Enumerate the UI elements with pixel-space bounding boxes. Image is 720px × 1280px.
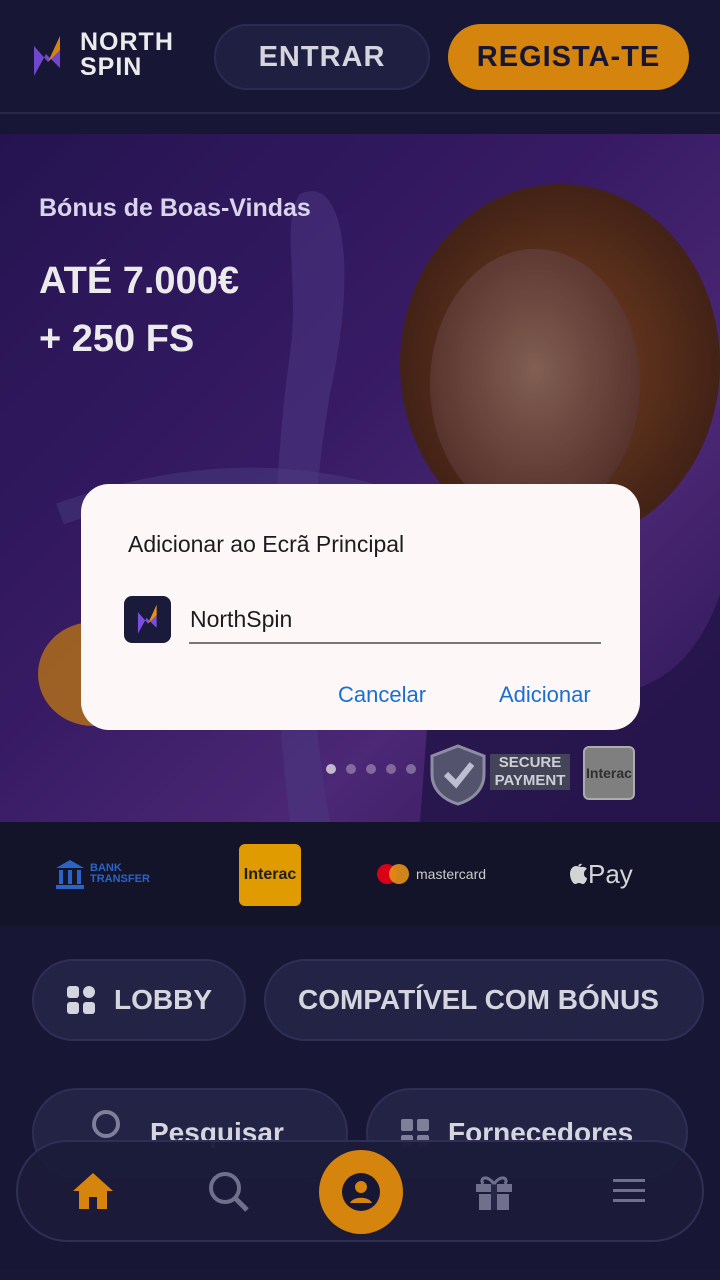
app-icon bbox=[124, 596, 171, 643]
add-button[interactable]: Adicionar bbox=[499, 682, 591, 708]
northspin-logo-icon bbox=[137, 604, 157, 634]
dialog-title: Adicionar ao Ecrã Principal bbox=[128, 531, 405, 557]
add-to-home-dialog: Adicionar ao Ecrã Principal Cancelar Adi… bbox=[81, 484, 640, 730]
app-name-input[interactable] bbox=[189, 596, 601, 644]
cancel-button[interactable]: Cancelar bbox=[338, 682, 426, 708]
